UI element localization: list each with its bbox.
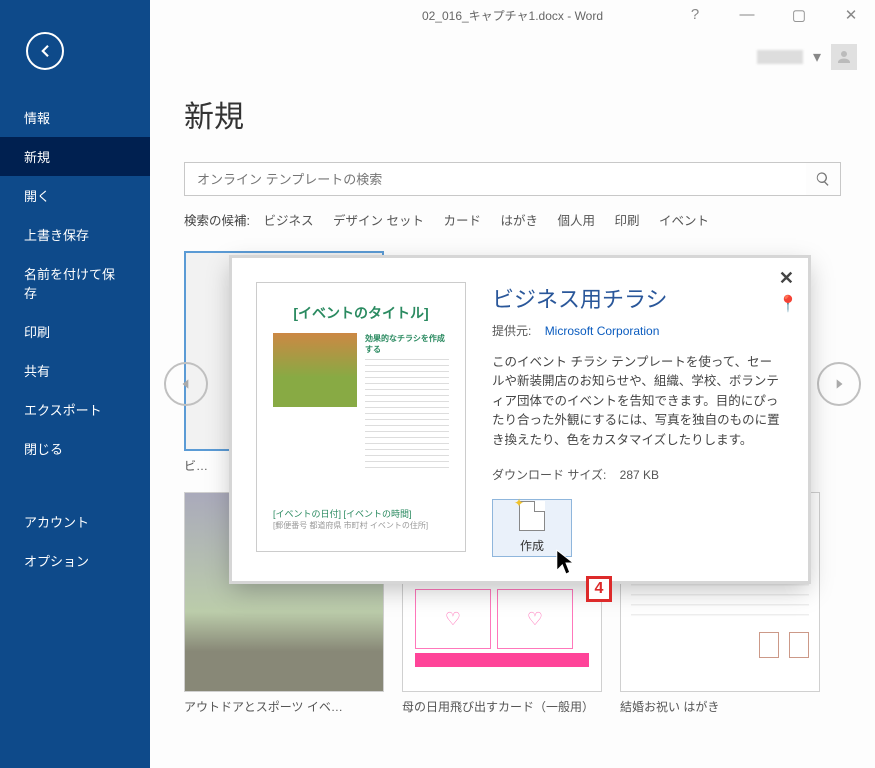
- suggest-label: 検索の候補:: [184, 214, 250, 228]
- sidebar-item-save[interactable]: 上書き保存: [0, 215, 150, 254]
- preview-text: 効果的なチラシを作成する: [365, 333, 449, 469]
- search-suggestions: 検索の候補: ビジネス デザイン セット カード はがき 個人用 印刷 イベント: [184, 210, 841, 229]
- preview-footer1: [イベントの日付] [イベントの時間]: [273, 507, 449, 520]
- sidebar-item-close[interactable]: 閉じる: [0, 429, 150, 468]
- search-button[interactable]: [806, 163, 840, 195]
- template-caption: アウトドアとスポーツ イベ…: [184, 698, 384, 715]
- template-description: このイベント チラシ テンプレートを使って、セールや新装開店のお知らせや、組織、…: [492, 353, 784, 450]
- app-window: 情報 新規 開く 上書き保存 名前を付けて保存 印刷 共有 エクスポート 閉じる…: [0, 0, 875, 768]
- gallery-prev-button[interactable]: [164, 362, 208, 406]
- sparkle-icon: ✦: [514, 496, 524, 510]
- template-preview: [イベントのタイトル] 効果的なチラシを作成する [イベントの日付] [イベント…: [256, 282, 466, 552]
- download-label: ダウンロード サイズ:: [492, 468, 606, 482]
- sidebar-item-new[interactable]: 新規: [0, 137, 150, 176]
- title-bar: 02_016_キャプチャ1.docx - Word ? ― ▢ ✕: [150, 0, 875, 30]
- close-button[interactable]: ✕: [779, 268, 794, 289]
- preview-image: [273, 333, 357, 407]
- template-search: [184, 162, 841, 196]
- person-icon: [835, 48, 853, 66]
- create-button[interactable]: ✦ 作成: [492, 499, 572, 557]
- step-badge: 4: [586, 576, 612, 602]
- sidebar-item-open[interactable]: 開く: [0, 176, 150, 215]
- triangle-left-icon: [179, 377, 193, 391]
- provider-label: 提供元:: [492, 324, 531, 338]
- template-caption: 母の日用飛び出すカード（一般用）: [402, 698, 602, 715]
- preview-subhead: 効果的なチラシを作成する: [365, 333, 449, 355]
- download-size: ダウンロード サイズ: 287 KB: [492, 466, 784, 483]
- maximize-button[interactable]: ▢: [783, 6, 815, 24]
- minimize-button[interactable]: ―: [731, 6, 763, 24]
- sidebar-item-account[interactable]: アカウント: [0, 502, 150, 541]
- gallery-next-button[interactable]: [817, 362, 861, 406]
- preview-title: [イベントのタイトル]: [273, 303, 449, 323]
- window-title: 02_016_キャプチャ1.docx - Word: [422, 7, 603, 24]
- triangle-right-icon: [832, 377, 846, 391]
- preview-lines: [365, 359, 449, 469]
- sidebar-item-share[interactable]: 共有: [0, 351, 150, 390]
- search-input[interactable]: [185, 163, 806, 195]
- help-button[interactable]: ?: [679, 6, 711, 24]
- template-detail-modal: ✕ 📍 [イベントのタイトル] 効果的なチラシを作成する [イベントの日付] […: [232, 258, 808, 581]
- suggest-tag[interactable]: 印刷: [614, 214, 639, 228]
- template-provider: 提供元: Microsoft Corporation: [492, 322, 784, 339]
- avatar[interactable]: [831, 44, 857, 70]
- sidebar-item-export[interactable]: エクスポート: [0, 390, 150, 429]
- page-title: 新規: [184, 92, 841, 136]
- sidebar-item-saveas[interactable]: 名前を付けて保存: [0, 254, 150, 312]
- template-title: ビジネス用チラシ: [492, 282, 784, 314]
- close-window-button[interactable]: ✕: [835, 6, 867, 24]
- search-icon: [815, 171, 831, 187]
- template-meta: ビジネス用チラシ 提供元: Microsoft Corporation このイベ…: [492, 282, 784, 557]
- sidebar-item-print[interactable]: 印刷: [0, 312, 150, 351]
- sidebar-item-info[interactable]: 情報: [0, 98, 150, 137]
- provider-link[interactable]: Microsoft Corporation: [545, 324, 660, 338]
- user-caret[interactable]: ▾: [813, 47, 821, 67]
- back-button[interactable]: [26, 32, 64, 70]
- suggest-tag[interactable]: ビジネス: [263, 214, 313, 228]
- preview-footer2: [郵便番号 都道府県 市町村 イベントの住所]: [273, 520, 449, 531]
- sidebar-spacer: [0, 468, 150, 502]
- sidebar-item-options[interactable]: オプション: [0, 541, 150, 580]
- suggest-tag[interactable]: 個人用: [557, 214, 595, 228]
- suggest-tag[interactable]: イベント: [659, 214, 709, 228]
- template-caption: 結婚お祝い はがき: [620, 698, 820, 715]
- window-controls: ? ― ▢ ✕: [679, 6, 867, 24]
- backstage-sidebar: 情報 新規 開く 上書き保存 名前を付けて保存 印刷 共有 エクスポート 閉じる…: [0, 0, 150, 768]
- suggest-tag[interactable]: デザイン セット: [333, 214, 424, 228]
- suggest-tag[interactable]: はがき: [500, 214, 538, 228]
- download-value: 287 KB: [620, 468, 659, 482]
- pin-icon[interactable]: 📍: [778, 294, 792, 308]
- user-area[interactable]: ▾: [757, 44, 857, 70]
- user-name-blurred: [757, 50, 803, 64]
- arrow-left-icon: [36, 42, 54, 60]
- create-label: 作成: [520, 537, 544, 554]
- suggest-tag[interactable]: カード: [443, 214, 481, 228]
- new-document-icon: ✦: [519, 501, 545, 531]
